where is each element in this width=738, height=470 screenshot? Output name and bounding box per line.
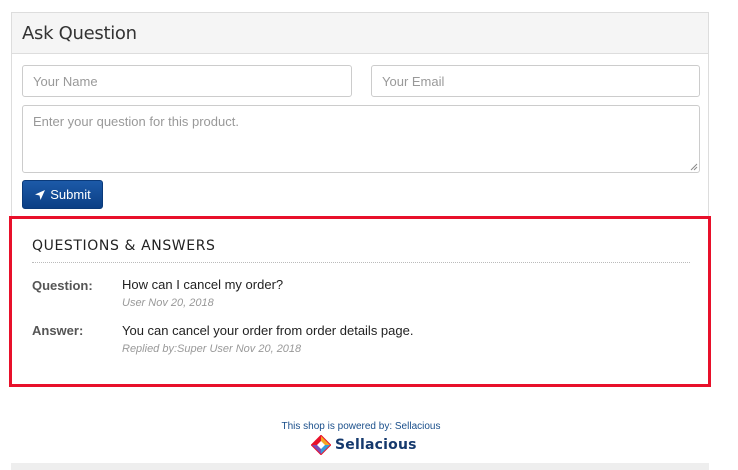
paper-plane-icon (35, 189, 46, 200)
powered-by-link[interactable]: This shop is powered by: Sellacious (0, 421, 722, 432)
answer-text: You can cancel your order from order det… (122, 323, 414, 338)
submit-label: Submit (50, 187, 91, 202)
name-input[interactable] (22, 65, 352, 97)
sellacious-logo-text: Sellacious (335, 437, 417, 453)
submit-button[interactable]: Submit (22, 180, 103, 209)
footer-bottom-strip (11, 463, 709, 470)
question-meta: User Nov 20, 2018 (122, 297, 214, 309)
qa-divider (32, 262, 690, 263)
sellacious-logo-icon (311, 435, 331, 455)
page: Ask Question Submit QUESTIONS & ANSWERS … (0, 0, 738, 470)
ask-question-header: Ask Question (12, 13, 708, 54)
resize-grip-icon[interactable] (690, 163, 698, 171)
answer-meta: Replied by:Super User Nov 20, 2018 (122, 343, 302, 355)
ask-question-panel: Ask Question Submit (11, 12, 709, 217)
qa-heading: QUESTIONS & ANSWERS (32, 238, 216, 254)
sellacious-logo[interactable]: Sellacious (311, 434, 417, 456)
answer-label: Answer: (32, 323, 84, 338)
question-textarea[interactable] (22, 105, 700, 173)
question-text: How can I cancel my order? (122, 277, 284, 292)
email-input[interactable] (371, 65, 700, 97)
questions-answers-section: QUESTIONS & ANSWERS Question: How can I … (9, 216, 711, 387)
question-label: Question: (32, 278, 93, 293)
ask-question-title: Ask Question (22, 22, 137, 44)
